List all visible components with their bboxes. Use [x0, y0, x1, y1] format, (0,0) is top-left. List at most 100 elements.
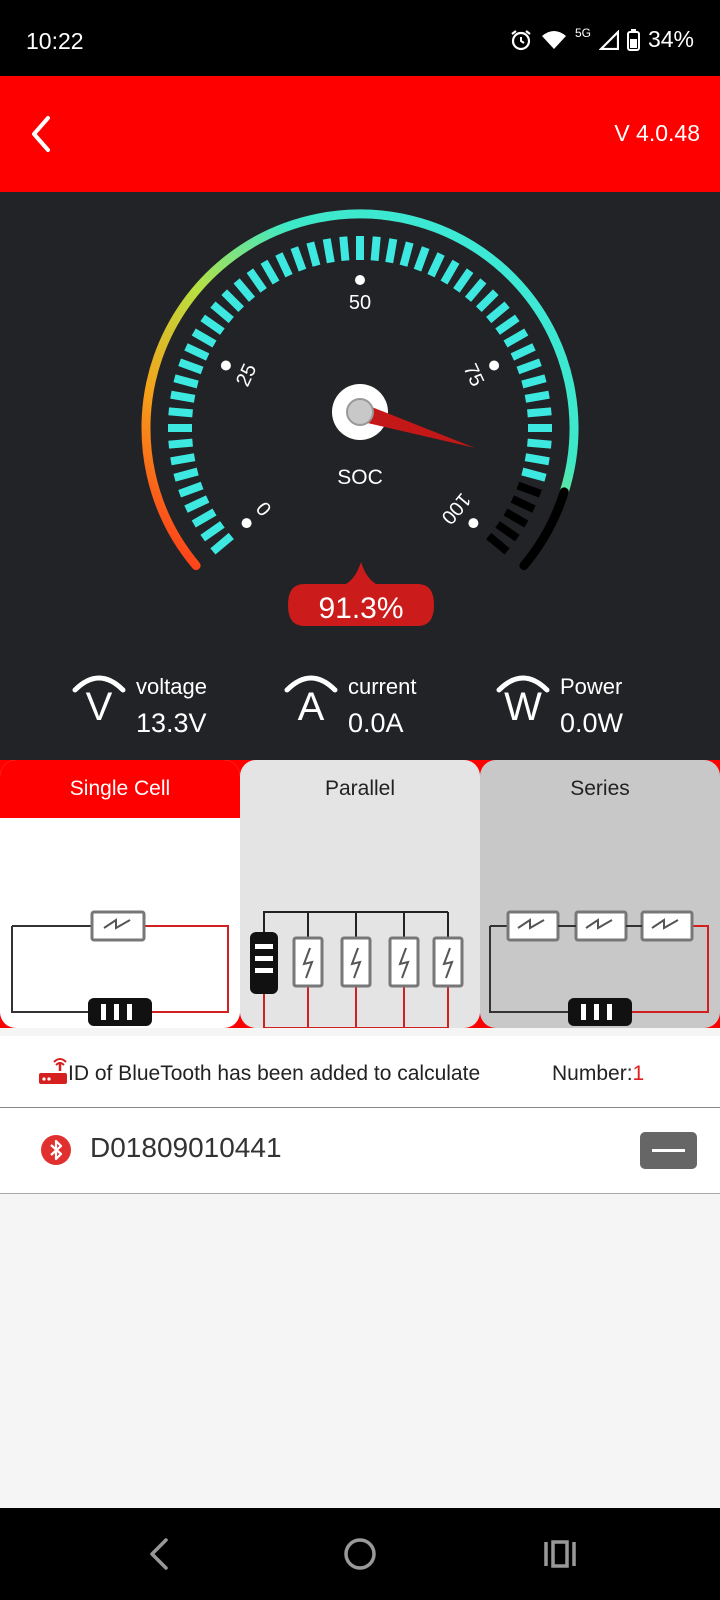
remove-device-button[interactable]	[640, 1132, 697, 1169]
gauge-tick	[427, 252, 445, 278]
scale-dot	[220, 360, 231, 371]
gauge-tick	[221, 289, 245, 313]
status-icons: 5G 34%	[509, 26, 694, 53]
gauge-tick	[495, 314, 520, 335]
gauge-tick	[339, 236, 350, 261]
power-label: Power	[560, 674, 623, 699]
battery-icon	[626, 28, 640, 51]
device-count-label: Number:	[552, 1062, 633, 1085]
power-icon-letter: W	[504, 685, 542, 724]
mode-series-label: Series	[570, 777, 630, 800]
gauge-tick	[486, 301, 510, 324]
gauge-tick	[275, 252, 293, 278]
power-value: 0.0W	[560, 708, 624, 738]
gauge-tick	[173, 467, 199, 482]
scale-label: 0	[252, 497, 276, 520]
nav-back-icon[interactable]	[140, 1534, 180, 1574]
gauge-tick	[385, 238, 398, 264]
battery-percent: 34%	[647, 26, 694, 52]
scale-dot	[241, 518, 252, 529]
gauge-tick	[210, 532, 234, 555]
minus-icon	[652, 1149, 685, 1152]
readouts-row: V voltage 13.3V A current 0.0A W Power 0…	[0, 660, 720, 750]
gauge-tick	[306, 241, 321, 267]
single-cell-diagram	[11, 910, 229, 1026]
device-count-value: 1	[632, 1062, 645, 1085]
scale-label: 50	[349, 292, 371, 314]
app-version: V 4.0.48	[614, 120, 700, 146]
gauge-tick	[453, 268, 474, 293]
device-count: Number:1	[552, 1062, 644, 1086]
current-icon-letter: A	[298, 685, 325, 724]
bluetooth-icon	[41, 1135, 71, 1165]
network-type: 5G	[574, 25, 591, 40]
gauge-tick	[184, 495, 210, 513]
gauge-tick	[170, 390, 196, 403]
connection-mode-tabs: Single Cell Parallel Series	[0, 760, 720, 1028]
current-label: current	[348, 674, 417, 699]
gauge-tick	[290, 246, 307, 272]
mode-parallel[interactable]: Parallel	[240, 760, 480, 1028]
gauge-tick	[184, 343, 210, 361]
gauge-tick	[503, 508, 529, 528]
voltage-icon: V	[72, 675, 126, 724]
parallel-diagram	[250, 911, 464, 1028]
voltage-icon-letter: V	[86, 685, 113, 724]
current-value: 0.0A	[348, 708, 404, 738]
gauge-tick	[200, 314, 225, 335]
gauge-tick	[399, 241, 414, 267]
device-id: D01809010441	[90, 1132, 282, 1163]
gauge-tick	[322, 238, 335, 264]
gauge-tick	[178, 481, 204, 498]
gauge-tick	[486, 532, 510, 555]
nav-recents-icon[interactable]	[540, 1534, 580, 1574]
gauge-tick	[475, 289, 499, 313]
mode-series[interactable]: Series	[480, 760, 720, 1028]
series-diagram	[489, 910, 709, 1026]
gauge-tick	[516, 481, 542, 498]
gauge-tick	[495, 521, 520, 542]
bluetooth-info-text: ID of BlueTooth has been added to calcul…	[68, 1062, 481, 1085]
power-icon: W	[496, 675, 550, 724]
gauge-tick	[510, 343, 536, 361]
gauge-tick	[178, 358, 204, 375]
gauge-tick	[524, 390, 550, 403]
nav-home-icon[interactable]	[340, 1534, 380, 1574]
device-row: D01809010441	[0, 1108, 720, 1194]
router-icon	[39, 1058, 67, 1084]
gauge-tick	[191, 508, 217, 528]
gauge-tick	[413, 246, 430, 272]
gauge-tick	[168, 438, 193, 449]
gauge-tick	[233, 278, 256, 302]
gauge-tick	[246, 268, 267, 293]
gauge-tick	[521, 374, 547, 389]
gauge-tick	[210, 301, 234, 324]
signal-icon	[598, 29, 619, 50]
app-header: V 4.0.48	[0, 76, 720, 192]
gauge-tick	[168, 407, 193, 418]
gauge-tick	[260, 259, 280, 285]
power-readout: W Power 0.0W	[494, 660, 694, 750]
gauge-tick	[191, 328, 217, 348]
voltage-value: 13.3V	[136, 708, 207, 738]
gauge-tick	[464, 278, 487, 302]
gauge-label: SOC	[337, 466, 383, 489]
gauge-tick	[521, 467, 547, 482]
voltage-readout: V voltage 13.3V	[70, 660, 270, 750]
voltage-label: voltage	[136, 674, 207, 699]
needle-cap	[346, 398, 374, 426]
gauge-tick	[200, 521, 225, 542]
gauge-tick	[440, 259, 460, 285]
scale-dot	[468, 518, 479, 529]
status-bar: 10:22 5G 34%	[0, 0, 720, 76]
gauge-tick	[370, 236, 381, 261]
scale-dot	[355, 275, 365, 285]
scale-label: 75	[459, 360, 488, 389]
mode-parallel-label: Parallel	[324, 777, 396, 800]
alarm-icon	[511, 29, 531, 50]
bluetooth-info-row: ID of BlueTooth has been added to calcul…	[0, 1036, 720, 1108]
wifi-icon	[541, 30, 566, 49]
gauge-tick	[503, 328, 529, 348]
mode-single-cell[interactable]: Single Cell	[0, 760, 240, 1028]
back-arrow-icon[interactable]	[22, 112, 62, 156]
